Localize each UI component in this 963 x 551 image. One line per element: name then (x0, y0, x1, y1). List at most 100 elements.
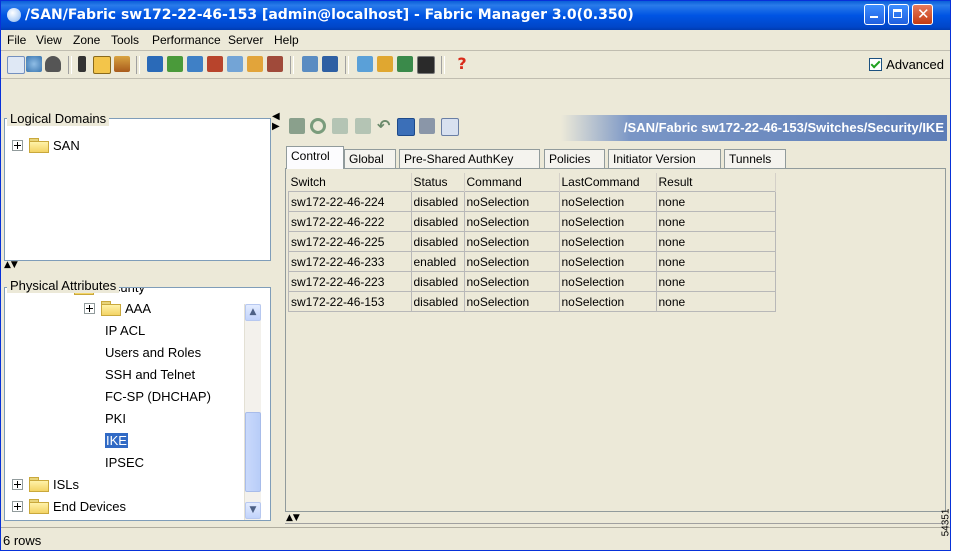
zone-icon[interactable] (147, 56, 163, 72)
tree-item-san[interactable]: SAN (12, 138, 80, 153)
device-icon[interactable] (187, 56, 203, 72)
tree-item-aaa[interactable]: AAA (84, 301, 151, 316)
tab-global[interactable]: Global (344, 149, 396, 169)
cell-result[interactable]: none (655, 211, 776, 232)
expand-icon[interactable] (12, 501, 23, 512)
advanced-toggle[interactable]: Advanced (869, 57, 944, 72)
lock-icon[interactable] (93, 56, 111, 74)
scrollbar-thumb[interactable] (245, 412, 261, 492)
cell-command[interactable]: noSelection (463, 271, 560, 292)
cell-status[interactable]: disabled (410, 211, 465, 232)
performance-icon[interactable] (322, 56, 338, 72)
advanced-checkbox[interactable] (869, 58, 883, 71)
column-header-result[interactable]: Result (656, 173, 776, 192)
users-icon[interactable] (247, 56, 263, 72)
cell-switch[interactable]: sw172-22-46-224 (288, 191, 412, 212)
cell-status[interactable]: disabled (410, 271, 465, 292)
tab-tunnels[interactable]: Tunnels (724, 149, 786, 169)
user-admin-icon[interactable] (114, 56, 130, 72)
cell-status[interactable]: enabled (410, 251, 465, 272)
close-button[interactable]: ✕ (912, 4, 933, 25)
tree-item-pki[interactable]: PKI (105, 411, 126, 426)
report-icon[interactable] (78, 56, 86, 72)
vertical-scrollbar[interactable]: ▲ ▼ (244, 304, 261, 520)
undo-icon[interactable]: ↶ (377, 118, 393, 134)
tree-item-ike[interactable]: IKE (105, 433, 128, 448)
cell-result[interactable]: none (655, 191, 776, 212)
column-header-status[interactable]: Status (411, 173, 465, 192)
minimize-button[interactable] (864, 4, 885, 25)
cell-lastcommand[interactable]: noSelection (558, 191, 657, 212)
cell-lastcommand[interactable]: noSelection (558, 271, 657, 292)
cell-command[interactable]: noSelection (463, 291, 560, 312)
create-row-icon[interactable] (332, 118, 348, 134)
splitter-arrows-icon[interactable]: ▲▼ (4, 260, 18, 270)
refresh-icon[interactable] (310, 118, 326, 134)
event-icon[interactable] (397, 56, 413, 72)
cell-switch[interactable]: sw172-22-46-153 (288, 291, 412, 312)
print-icon[interactable] (419, 118, 435, 134)
cell-command[interactable]: noSelection (463, 251, 560, 272)
cell-status[interactable]: disabled (410, 291, 465, 312)
export-icon[interactable] (441, 118, 459, 136)
table-row[interactable]: sw172-22-46-153 disabled noSelection noS… (288, 291, 776, 312)
vsan-icon[interactable] (207, 56, 223, 72)
splitter-arrows-icon[interactable]: ▲▼ (286, 513, 300, 523)
tree-item-isls[interactable]: ISLs (12, 477, 79, 492)
cell-lastcommand[interactable]: noSelection (558, 291, 657, 312)
column-header-command[interactable]: Command (464, 173, 560, 192)
scroll-down-icon[interactable]: ▼ (245, 502, 261, 519)
tab-initiator-version[interactable]: Initiator Version (608, 149, 721, 169)
cell-command[interactable]: noSelection (463, 211, 560, 232)
key-icon[interactable] (377, 56, 393, 72)
tab-pre-shared-authkey[interactable]: Pre-Shared AuthKey (399, 149, 540, 169)
help-icon[interactable]: ? (454, 56, 470, 72)
tree-item-fc-sp[interactable]: FC-SP (DHCHAP) (105, 389, 211, 404)
cell-status[interactable]: disabled (410, 231, 465, 252)
cell-command[interactable]: noSelection (463, 231, 560, 252)
title-bar[interactable]: /SAN/Fabric sw172-22-46-153 [admin@local… (1, 1, 950, 30)
scroll-up-icon[interactable]: ▲ (245, 304, 261, 321)
chart-icon[interactable] (302, 56, 318, 72)
table-row[interactable]: sw172-22-46-222 disabled noSelection noS… (288, 211, 776, 232)
expand-icon[interactable] (12, 140, 23, 151)
discover-icon[interactable] (26, 56, 42, 72)
terminal-icon[interactable] (417, 56, 435, 74)
maximize-button[interactable] (888, 4, 909, 25)
column-header-switch[interactable]: Switch (288, 173, 412, 192)
switch-icon[interactable] (167, 56, 183, 72)
tree-item-ssh-and-telnet[interactable]: SSH and Telnet (105, 367, 195, 382)
delete-row-icon[interactable] (355, 118, 371, 134)
menu-view[interactable]: View (36, 33, 62, 47)
tree-item-users-and-roles[interactable]: Users and Roles (105, 345, 201, 360)
menu-file[interactable]: File (7, 33, 26, 47)
expand-icon[interactable] (84, 303, 95, 314)
tree-item-ip-acl[interactable]: IP ACL (105, 323, 145, 338)
collapse-left-icon[interactable]: ◀ ▶ (272, 112, 280, 132)
apply-icon[interactable] (289, 118, 305, 134)
cell-lastcommand[interactable]: noSelection (558, 231, 657, 252)
cell-result[interactable]: none (655, 271, 776, 292)
cell-result[interactable]: none (655, 231, 776, 252)
save-icon[interactable] (397, 118, 415, 136)
fabric-icon[interactable] (227, 56, 243, 72)
cell-status[interactable]: disabled (410, 191, 465, 212)
tab-control[interactable]: Control (286, 146, 344, 169)
menu-performance[interactable]: Performance (152, 33, 221, 47)
cell-lastcommand[interactable]: noSelection (558, 251, 657, 272)
cell-result[interactable]: none (655, 291, 776, 312)
column-header-lastcommand[interactable]: LastCommand (559, 173, 657, 192)
menu-zone[interactable]: Zone (73, 33, 100, 47)
menu-tools[interactable]: Tools (111, 33, 139, 47)
table-row[interactable]: sw172-22-46-224 disabled noSelection noS… (288, 191, 776, 212)
table-row[interactable]: sw172-22-46-233 enabled noSelection noSe… (288, 251, 776, 272)
menu-help[interactable]: Help (274, 33, 299, 47)
table-row[interactable]: sw172-22-46-223 disabled noSelection noS… (288, 271, 776, 292)
open-icon[interactable] (7, 56, 25, 74)
tree-item-ipsec[interactable]: IPSEC (105, 455, 144, 470)
cell-switch[interactable]: sw172-22-46-233 (288, 251, 412, 272)
cell-result[interactable]: none (655, 251, 776, 272)
menu-server[interactable]: Server (228, 33, 263, 47)
table-row[interactable]: sw172-22-46-225 disabled noSelection noS… (288, 231, 776, 252)
cell-switch[interactable]: sw172-22-46-222 (288, 211, 412, 232)
